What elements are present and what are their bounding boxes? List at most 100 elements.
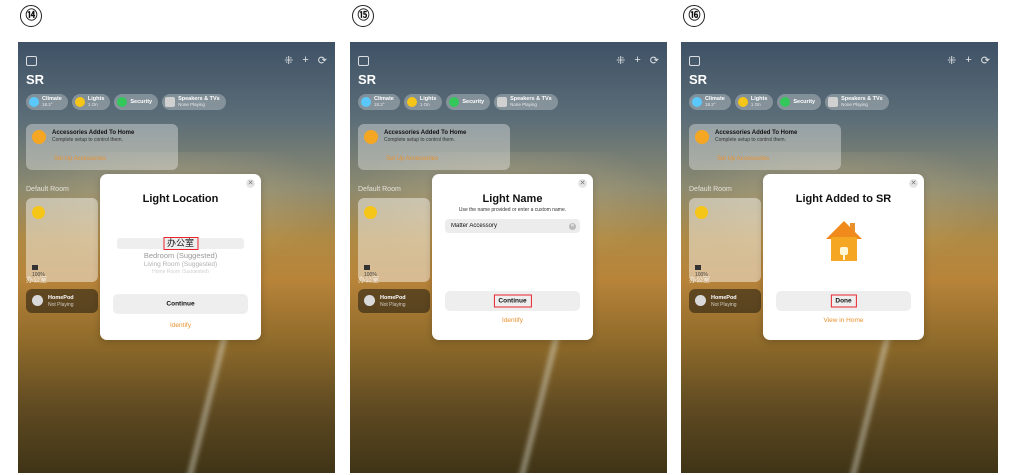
homepod-tile[interactable]: HomePod Not Playing <box>689 289 761 313</box>
voice-icon[interactable]: ⁜ <box>947 54 956 67</box>
step-number: ⑯ <box>683 5 705 27</box>
chip-sub: 1 On <box>750 102 761 107</box>
identify-link[interactable]: Identify <box>432 317 593 324</box>
notice-title: Accessories Added To Home <box>715 130 798 136</box>
homepod-tile[interactable]: HomePod Not Playing <box>358 289 430 313</box>
done-button[interactable]: Done <box>776 291 911 311</box>
light-icon <box>32 265 38 270</box>
chip-sub: 1 On <box>419 102 430 107</box>
dialog-subtitle: Use the name provided or enter a custom … <box>458 207 567 213</box>
chip-lights[interactable]: Lights 1 On <box>403 94 443 110</box>
category-chips: Climate 18.2° Lights 1 On Security Speaker… <box>26 94 226 110</box>
lightbulb-icon <box>406 97 417 107</box>
dialog-title: Light Name <box>482 193 543 205</box>
chip-sub: None Playing <box>178 102 205 107</box>
notice-subtitle: Complete setup to control them. <box>715 137 786 143</box>
light-icon <box>695 265 701 270</box>
identify-link[interactable]: Identify <box>100 322 261 329</box>
close-icon[interactable]: ✕ <box>909 179 918 188</box>
more-icon[interactable]: ⟳ <box>318 54 327 67</box>
picker-item[interactable]: Bedroom (Suggested) <box>117 251 244 260</box>
continue-button[interactable]: Continue <box>113 294 248 314</box>
chip-lights[interactable]: Lights 1 On <box>734 94 774 110</box>
picker-item[interactable]: Home Room (Suggested) <box>117 269 244 273</box>
accessories-notice: Accessories Added To Home Complete setup… <box>689 124 841 170</box>
chip-climate[interactable]: Climate 18.2° <box>689 94 731 110</box>
light-name-input[interactable] <box>451 219 561 233</box>
home-title: SR <box>358 72 377 87</box>
dialog-title: Light Location <box>142 193 219 205</box>
step-number: ⑭ <box>20 5 42 27</box>
close-icon[interactable]: ✕ <box>578 179 587 188</box>
chip-speakers[interactable]: Speakers & TVs None Playing <box>162 94 226 110</box>
chip-title: Security <box>462 99 485 105</box>
voice-icon[interactable]: ⁜ <box>284 54 293 67</box>
light-tile[interactable]: 100% <box>358 198 430 282</box>
fan-icon <box>361 97 371 107</box>
light-icon <box>364 265 370 270</box>
light-name-field[interactable]: ✕ <box>445 219 580 233</box>
add-icon[interactable]: + <box>634 54 640 67</box>
room-picker[interactable]: 办公室 Bedroom (Suggested) Living Room (Sug… <box>117 237 244 278</box>
home-icon <box>364 130 378 144</box>
sidebar-toggle-icon[interactable] <box>358 56 369 66</box>
chip-speakers[interactable]: Speakers & TVs None Playing <box>825 94 889 110</box>
chip-sub: 1 On <box>87 102 98 107</box>
add-icon[interactable]: + <box>965 54 971 67</box>
chip-lights[interactable]: Lights 1 On <box>71 94 111 110</box>
chip-climate[interactable]: Climate 18.2° <box>26 94 68 110</box>
homepod-icon <box>32 295 43 306</box>
picker-item[interactable]: Living Room (Suggested) <box>117 261 244 268</box>
chip-sub: 18.2° <box>705 102 716 107</box>
homepod-tile[interactable]: HomePod Not Playing <box>26 289 98 313</box>
light-tile[interactable]: 100% <box>26 198 98 282</box>
section-title: 办公室 <box>358 277 379 284</box>
continue-button[interactable]: Continue <box>445 291 580 311</box>
setup-accessories-link[interactable]: Set Up Accessories <box>54 156 106 162</box>
homepod-status: Not Playing <box>380 302 406 308</box>
step-number: ⑮ <box>352 5 374 27</box>
clear-icon[interactable]: ✕ <box>569 222 576 230</box>
chip-sub: None Playing <box>510 102 537 107</box>
sidebar-toggle-icon[interactable] <box>689 56 700 66</box>
setup-accessories-link[interactable]: Set Up Accessories <box>386 156 438 162</box>
lightbulb-icon <box>364 206 377 219</box>
sidebar-toggle-icon[interactable] <box>26 56 37 66</box>
homepod-icon <box>695 295 706 306</box>
lightbulb-icon <box>32 206 45 219</box>
home-screen-panel: ⁜ + ⟳ SR Climate 18.2° Lights 1 On Securit… <box>350 42 667 473</box>
top-bar: ⁜ + ⟳ <box>358 54 659 70</box>
fan-icon <box>692 97 702 107</box>
close-icon[interactable]: ✕ <box>246 179 255 188</box>
light-location-dialog: ✕ Light Location 办公室 Bedroom (Suggested)… <box>100 174 261 340</box>
view-in-home-link[interactable]: View in Home <box>763 317 924 324</box>
chip-speakers[interactable]: Speakers & TVs None Playing <box>494 94 558 110</box>
lightbulb-icon <box>695 206 708 219</box>
lightbulb-icon <box>74 97 85 107</box>
lock-icon <box>449 97 460 107</box>
tv-icon <box>497 97 508 107</box>
category-chips: Climate 18.2° Lights 1 On Security Speaker… <box>358 94 558 110</box>
top-bar: ⁜ + ⟳ <box>689 54 990 70</box>
homepod-icon <box>364 295 375 306</box>
chip-security[interactable]: Security <box>114 94 159 110</box>
chip-security[interactable]: Security <box>446 94 491 110</box>
light-tile[interactable]: 100% <box>689 198 761 282</box>
home-icon <box>695 130 709 144</box>
picker-selected-item[interactable]: 办公室 <box>162 237 199 250</box>
more-icon[interactable]: ⟳ <box>981 54 990 67</box>
homepod-title: HomePod <box>48 295 74 301</box>
more-icon[interactable]: ⟳ <box>650 54 659 67</box>
home-icon <box>826 221 862 261</box>
voice-icon[interactable]: ⁜ <box>616 54 625 67</box>
lightbulb-icon <box>737 97 748 107</box>
section-title: 办公室 <box>26 277 47 284</box>
setup-accessories-link[interactable]: Set Up Accessories <box>717 156 769 162</box>
add-icon[interactable]: + <box>302 54 308 67</box>
home-screen-panel: ⁜ + ⟳ SR Climate 18.2° Lights 1 On Securit… <box>681 42 998 473</box>
chip-security[interactable]: Security <box>777 94 822 110</box>
chip-climate[interactable]: Climate 18.2° <box>358 94 400 110</box>
notice-title: Accessories Added To Home <box>52 130 135 136</box>
top-bar: ⁜ + ⟳ <box>26 54 327 70</box>
lock-icon <box>117 97 128 107</box>
